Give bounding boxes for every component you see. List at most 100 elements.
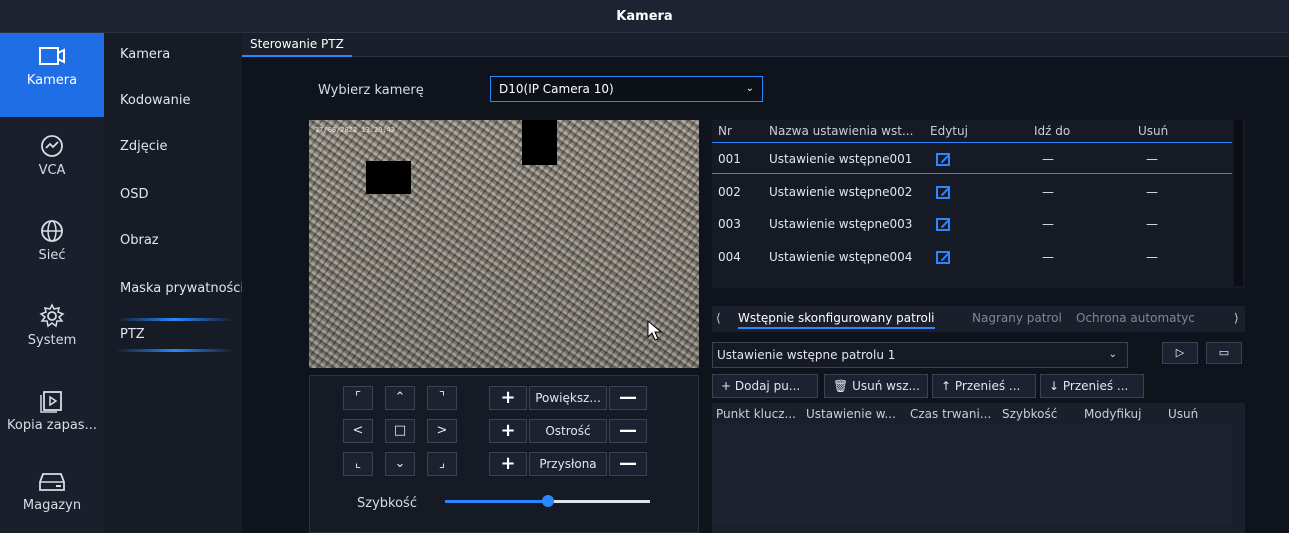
camera-dropdown[interactable]: D10(IP Camera 10) ⌄	[490, 76, 763, 102]
chevron-down-icon: ⌄	[745, 83, 754, 94]
nav-item-camera[interactable]: Kamera	[0, 33, 104, 117]
iris-label: Przysłona	[529, 452, 607, 476]
delete-preset-button[interactable]: —	[1146, 208, 1158, 240]
tab-auto-guard[interactable]: Ochrona automatyc	[1076, 311, 1195, 325]
nav-item-backup[interactable]: Kopia zapas...	[0, 378, 104, 462]
preset-table: Nr Nazwa ustawienia wst... Edytuj Idź do…	[712, 120, 1245, 288]
privacy-mask-block	[366, 161, 411, 194]
goto-preset-button[interactable]: —	[1042, 208, 1054, 240]
zoom-label: Powiększ...	[529, 386, 607, 410]
column-header-edit: Edytuj	[930, 124, 968, 138]
nav-item-network[interactable]: Sieć	[0, 208, 104, 292]
preset-nr: 002	[718, 185, 741, 199]
submenu-image[interactable]: Obraz	[120, 233, 159, 248]
preset-nr: 003	[718, 217, 741, 231]
edit-icon[interactable]	[936, 153, 950, 166]
submenu-encoding[interactable]: Kodowanie	[120, 93, 190, 108]
preset-row[interactable]: 002 Ustawienie wstępne002 — —	[712, 176, 1232, 208]
ptz-left-button[interactable]: <	[343, 419, 373, 443]
edit-icon[interactable]	[936, 218, 950, 231]
goto-preset-button[interactable]: —	[1042, 176, 1054, 208]
iris-open-button[interactable]: +	[489, 452, 527, 476]
zoom-out-button[interactable]: —	[609, 386, 647, 410]
ptz-up-left-button[interactable]: ⌜	[343, 386, 373, 410]
goto-preset-button[interactable]: —	[1042, 241, 1054, 273]
tab-preset-patrol[interactable]: Wstępnie skonfigurowany patroli	[738, 311, 935, 329]
preset-table-scrollbar[interactable]	[1234, 120, 1243, 286]
mouse-cursor-icon	[647, 320, 663, 341]
live-video[interactable]: 17/08/2022 13:29:43	[309, 120, 699, 368]
column-header-keypoint: Punkt klucz...	[716, 407, 796, 421]
start-patrol-button[interactable]: ▷	[1162, 342, 1198, 364]
focus-far-button[interactable]: —	[609, 419, 647, 443]
arrow-down-icon: ↓	[1049, 379, 1063, 393]
submenu-osd[interactable]: OSD	[120, 187, 149, 202]
tab-recorded-patrol[interactable]: Nagrany patrol	[972, 311, 1062, 325]
stop-patrol-button[interactable]: ▭	[1206, 342, 1242, 364]
submenu-camera[interactable]: Kamera	[120, 47, 170, 62]
delete-preset-button[interactable]: —	[1146, 143, 1158, 175]
zoom-in-button[interactable]: +	[489, 386, 527, 410]
delete-all-button[interactable]: 🗑 Usuń wsz...	[824, 374, 928, 398]
submenu-ptz-highlight	[116, 349, 234, 352]
delete-preset-button[interactable]: —	[1146, 176, 1158, 208]
ptz-right-button[interactable]: >	[427, 419, 457, 443]
preset-nr: 004	[718, 250, 741, 264]
privacy-mask-block	[522, 120, 557, 165]
preset-name: Ustawienie wstępne004	[769, 250, 913, 264]
nav-item-vca[interactable]: VCA	[0, 123, 104, 207]
column-header-duration: Czas trwani...	[910, 407, 992, 421]
speed-label: Szybkość	[357, 496, 417, 511]
patrol-dropdown[interactable]: Ustawienie wstępne patrolu 1 ⌄	[712, 342, 1128, 368]
add-keypoint-button[interactable]: + Dodaj pu...	[712, 374, 818, 398]
move-down-button[interactable]: ↓ Przenieś ...	[1040, 374, 1144, 398]
speed-slider[interactable]	[445, 495, 650, 507]
ptz-center-button[interactable]: □	[385, 419, 415, 443]
plus-icon: +	[721, 379, 735, 393]
preset-row[interactable]: 001 Ustawienie wstępne001 — —	[712, 142, 1232, 174]
vca-icon	[41, 135, 63, 157]
goto-preset-button[interactable]: —	[1042, 143, 1054, 175]
column-header-nr: Nr	[718, 124, 732, 138]
edit-icon[interactable]	[936, 251, 950, 264]
tab-ptz-control[interactable]: Sterowanie PTZ	[242, 33, 352, 57]
move-up-button[interactable]: ↑ Przenieś ...	[932, 374, 1036, 398]
ptz-down-button[interactable]: ⌄	[385, 452, 415, 476]
submenu-ptz[interactable]: PTZ	[120, 327, 145, 342]
camera-icon	[39, 47, 65, 65]
ptz-up-right-button[interactable]: ⌝	[427, 386, 457, 410]
window-title: Kamera	[0, 0, 1289, 33]
submenu-ptz-highlight-top	[116, 318, 234, 321]
ptz-control-panel: ⌜ ⌃ ⌝ < □ > ⌞ ⌄ ⌟ + Powiększ... — + Ostr…	[309, 375, 699, 533]
camera-dropdown-value: D10(IP Camera 10)	[499, 82, 614, 96]
keypoint-table: Punkt klucz... Ustawienie w... Czas trwa…	[712, 403, 1245, 533]
preset-row[interactable]: 004 Ustawienie wstępne004 — —	[712, 241, 1232, 273]
column-header-preset: Ustawienie w...	[806, 407, 896, 421]
storage-icon	[39, 473, 65, 491]
preset-name: Ustawienie wstępne003	[769, 217, 913, 231]
ptz-down-left-button[interactable]: ⌞	[343, 452, 373, 476]
tab-strip: Sterowanie PTZ	[242, 33, 1289, 57]
tabs-scroll-left-icon[interactable]: ⟨	[716, 311, 721, 325]
submenu-snapshot[interactable]: Zdjęcie	[120, 139, 168, 154]
select-camera-label: Wybierz kamerę	[318, 83, 424, 98]
submenu-privacy-mask[interactable]: Maska prywatności	[120, 281, 244, 296]
ptz-up-button[interactable]: ⌃	[385, 386, 415, 410]
focus-label: Ostrość	[529, 419, 607, 443]
edit-icon[interactable]	[936, 186, 950, 199]
nav-item-system[interactable]: System	[0, 293, 104, 377]
arrow-up-icon: ↑	[941, 379, 955, 393]
ptz-down-right-button[interactable]: ⌟	[427, 452, 457, 476]
tabs-scroll-right-icon[interactable]: ⟩	[1234, 311, 1239, 325]
preset-row[interactable]: 003 Ustawienie wstępne003 — —	[712, 208, 1232, 240]
main-sidebar: Kamera VCA Sieć System Kopia zapas... Ma…	[0, 33, 104, 533]
speed-slider-handle[interactable]	[541, 495, 554, 507]
column-header-delete: Usuń	[1168, 407, 1199, 421]
patrol-tabs: ⟨ Wstępnie skonfigurowany patroli Nagran…	[712, 306, 1245, 332]
iris-close-button[interactable]: —	[609, 452, 647, 476]
delete-preset-button[interactable]: —	[1146, 241, 1158, 273]
focus-near-button[interactable]: +	[489, 419, 527, 443]
column-header-speed: Szybkość	[1002, 407, 1058, 421]
main-content: Sterowanie PTZ Wybierz kamerę D10(IP Cam…	[242, 33, 1289, 533]
nav-item-storage[interactable]: Magazyn	[0, 458, 104, 533]
